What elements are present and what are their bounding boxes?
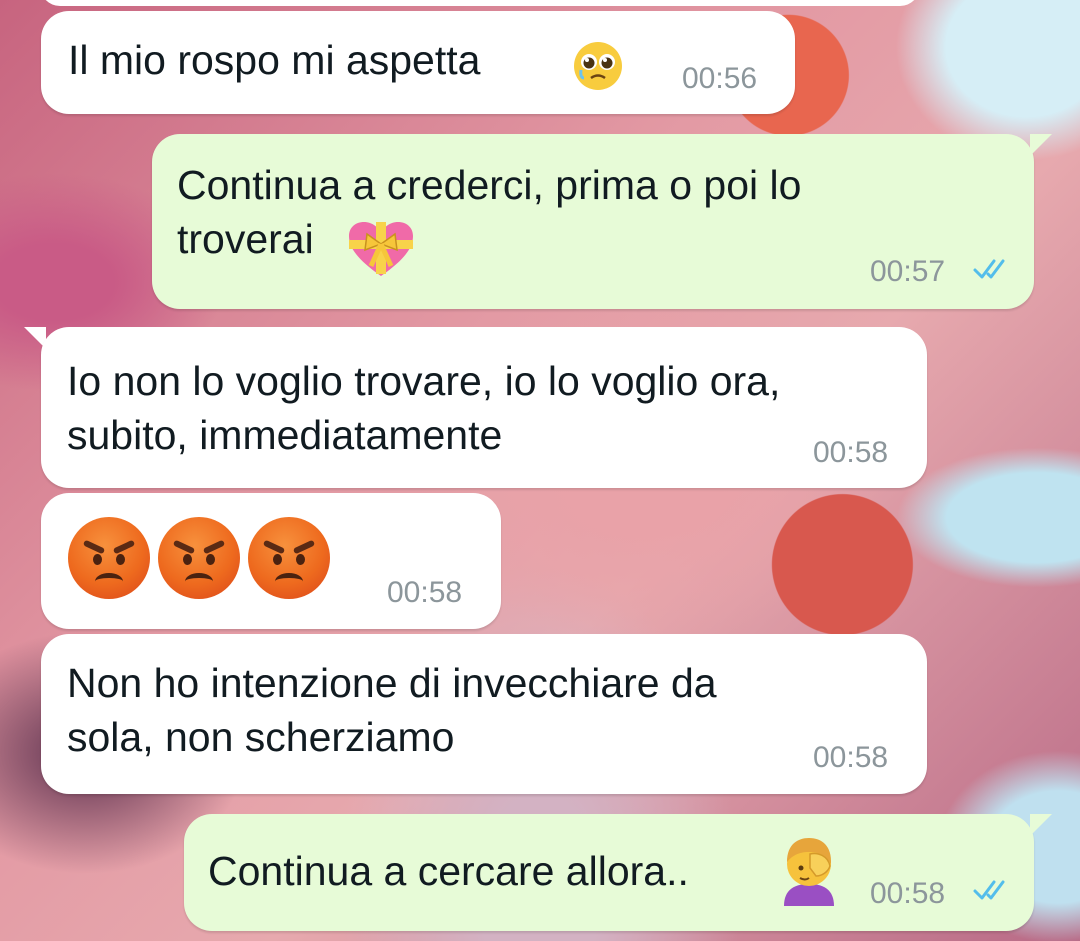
double-check-read-icon xyxy=(973,880,1005,900)
bubble-tail xyxy=(1030,134,1052,156)
angry-face-emoji xyxy=(68,517,150,599)
message-text: Il mio rospo mi aspetta xyxy=(68,37,481,83)
message-bubble-incoming[interactable]: Io non lo voglio trovare, io lo voglio o… xyxy=(41,327,927,488)
angry-face-emoji xyxy=(248,517,330,599)
angry-face-emoji xyxy=(158,517,240,599)
message-bubble-incoming[interactable]: Il mio rospo mi aspetta 00:56 xyxy=(41,11,795,114)
message-timestamp: 00:56 xyxy=(682,62,758,95)
message-bubble-incoming[interactable]: Non ho intenzione di invecchiare da sola… xyxy=(41,634,927,794)
message-timestamp: 00:58 xyxy=(387,576,463,609)
heart-with-ribbon-emoji xyxy=(349,222,413,276)
message-text: Continua a cercare allora.. xyxy=(208,848,689,894)
message-timestamp: 00:58 xyxy=(813,741,889,774)
previous-message-fragment xyxy=(40,0,920,6)
double-check-read-icon xyxy=(973,259,1005,279)
pleading-face-emoji xyxy=(574,42,622,90)
message-timestamp: 00:58 xyxy=(870,877,946,910)
message-text: Io non lo voglio trovare, io lo voglio o… xyxy=(67,358,781,458)
message-bubble-outgoing[interactable]: Continua a cercare allora.. 00:58 xyxy=(184,814,1034,931)
message-bubble-incoming[interactable]: 00:58 xyxy=(41,493,501,629)
message-text: Continua a crederci, prima o poi lo trov… xyxy=(177,162,802,262)
message-bubble-outgoing[interactable]: Continua a crederci, prima o poi lo trov… xyxy=(152,134,1034,309)
message-timestamp: 00:58 xyxy=(813,436,889,469)
message-text: Non ho intenzione di invecchiare da sola… xyxy=(67,660,717,760)
person-facepalming-emoji xyxy=(784,838,834,906)
message-timestamp: 00:57 xyxy=(870,255,946,288)
bubble-tail xyxy=(1030,814,1052,836)
